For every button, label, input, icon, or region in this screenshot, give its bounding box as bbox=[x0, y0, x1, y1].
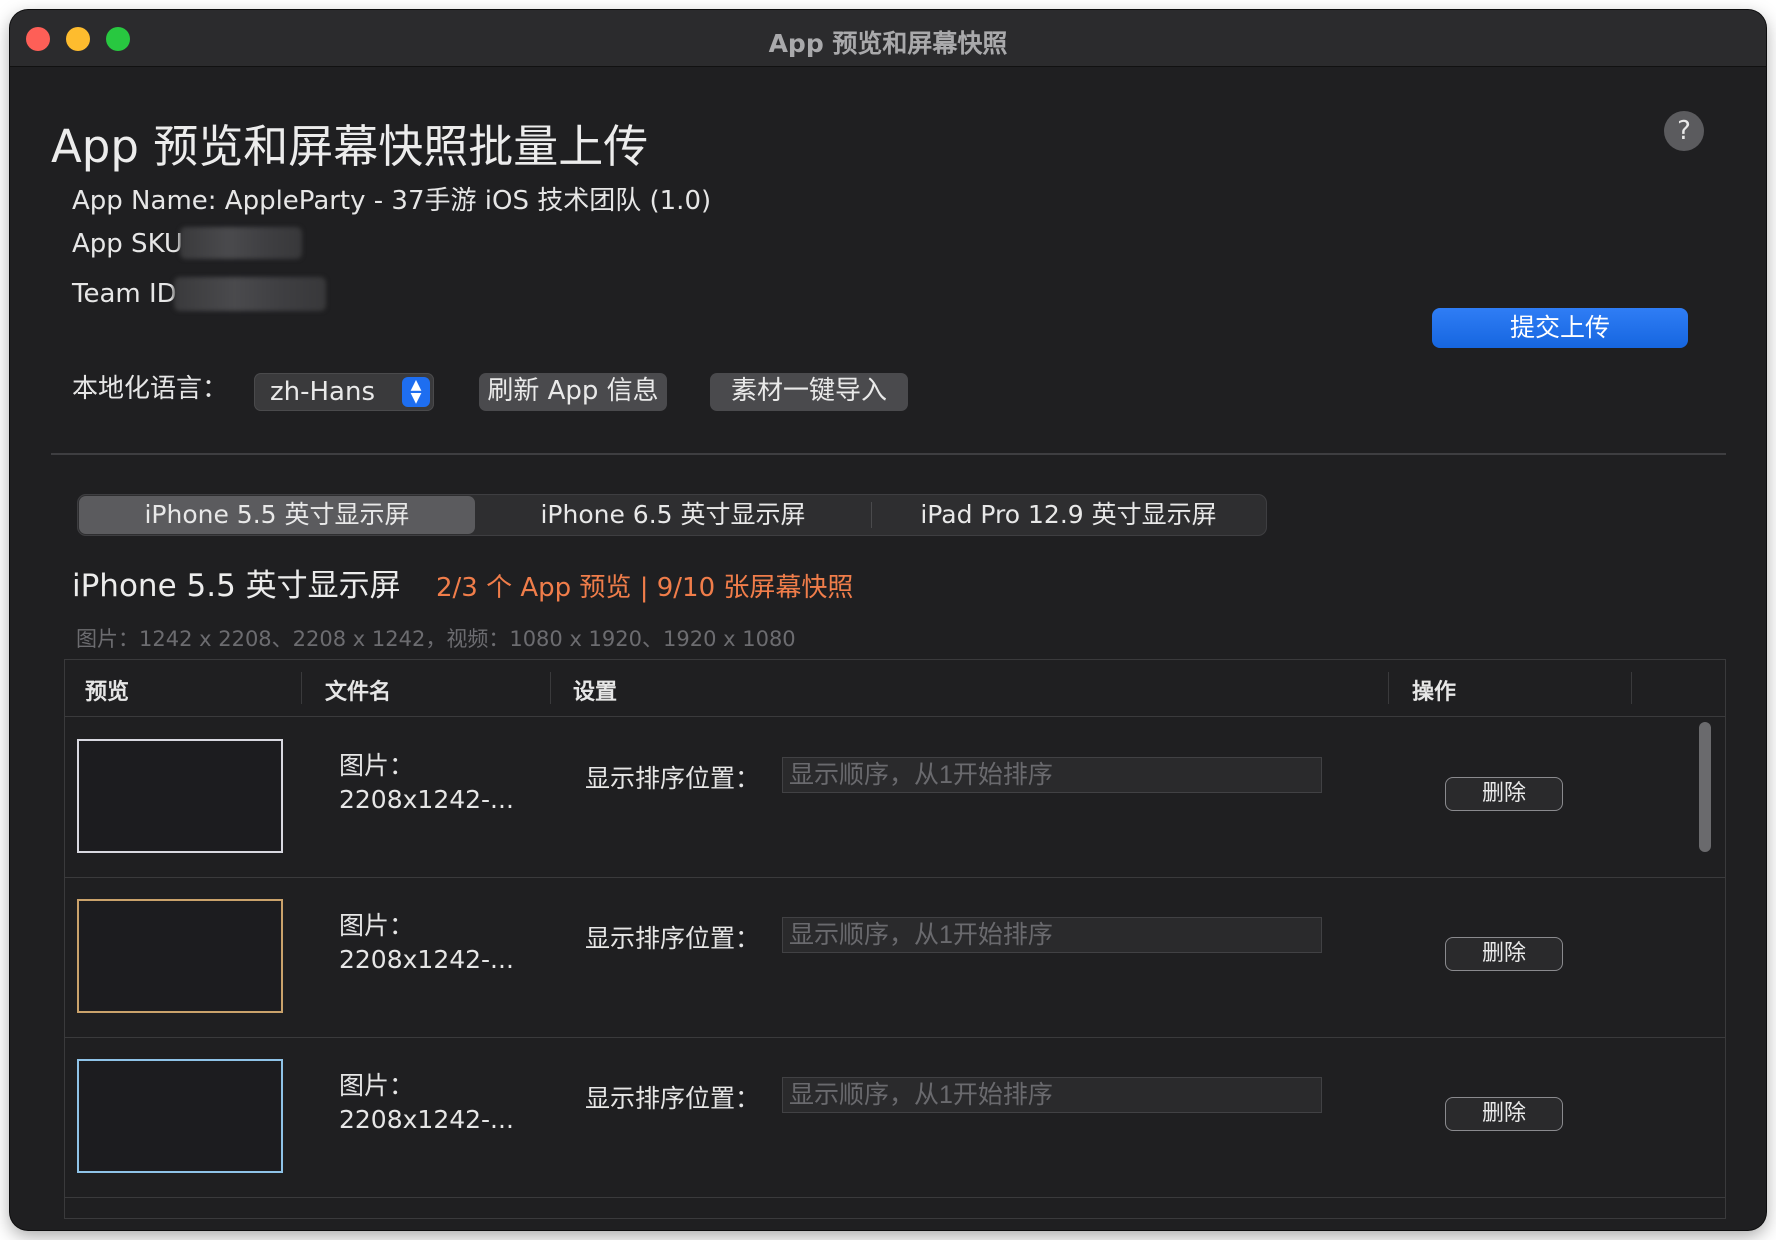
team-id-label: Team ID: bbox=[72, 279, 186, 309]
window-title: App 预览和屏幕快照 bbox=[768, 29, 1008, 58]
column-actions: 操作 bbox=[1412, 680, 1457, 705]
order-input[interactable] bbox=[782, 917, 1322, 953]
file-type-label: 图片： bbox=[339, 751, 415, 780]
order-input[interactable] bbox=[782, 757, 1322, 793]
language-select[interactable]: zh-Hans ▲ ▼ bbox=[254, 373, 434, 411]
chevron-up-down-icon: ▲ ▼ bbox=[402, 377, 430, 407]
table-scrollbar[interactable] bbox=[1699, 722, 1711, 852]
file-name-cell: 图片： 2208x1242-... bbox=[339, 909, 514, 977]
upload-count: 2/3 个 App 预览 | 9/10 张屏幕快照 bbox=[436, 573, 854, 603]
section-title: iPhone 5.5 英寸显示屏 bbox=[72, 568, 401, 604]
column-separator bbox=[1631, 672, 1632, 704]
help-button[interactable]: ? bbox=[1664, 111, 1704, 151]
order-label: 显示排序位置： bbox=[585, 764, 761, 793]
column-settings: 设置 bbox=[573, 680, 618, 705]
media-table: 预览 文件名 设置 操作 图片： 2208x1242-... 显示排序位置： 删… bbox=[64, 659, 1726, 1219]
delete-button[interactable]: 删除 bbox=[1445, 1097, 1563, 1131]
app-window: App 预览和屏幕快照 App 预览和屏幕快照批量上传 ? App Name: … bbox=[10, 10, 1766, 1230]
column-filename: 文件名 bbox=[325, 680, 392, 705]
title-bar: App 预览和屏幕快照 bbox=[10, 10, 1766, 67]
preview-thumbnail bbox=[77, 739, 283, 853]
file-name: 2208x1242-... bbox=[339, 785, 514, 814]
file-type-label: 图片： bbox=[339, 911, 415, 940]
column-separator bbox=[1388, 672, 1389, 704]
tab-iphone-55[interactable]: iPhone 5.5 英寸显示屏 bbox=[79, 496, 475, 534]
app-name-line: App Name: AppleParty - 37手游 iOS 技术团队 (1.… bbox=[72, 186, 712, 216]
order-input[interactable] bbox=[782, 1077, 1322, 1113]
team-id-redacted bbox=[174, 277, 326, 311]
submit-upload-button[interactable]: 提交上传 bbox=[1432, 308, 1688, 348]
section-divider bbox=[51, 453, 1726, 455]
import-materials-button[interactable]: 素材一键导入 bbox=[710, 373, 908, 411]
tab-iphone-65[interactable]: iPhone 6.5 英寸显示屏 bbox=[475, 496, 871, 534]
page-title: App 预览和屏幕快照批量上传 bbox=[51, 120, 649, 173]
device-tabs: iPhone 5.5 英寸显示屏 iPhone 6.5 英寸显示屏 iPad P… bbox=[77, 494, 1267, 536]
refresh-app-info-button[interactable]: 刷新 App 信息 bbox=[479, 373, 667, 411]
file-name: 2208x1242-... bbox=[339, 1105, 514, 1134]
order-label: 显示排序位置： bbox=[585, 924, 761, 953]
size-spec: 图片：1242 x 2208、2208 x 1242，视频：1080 x 192… bbox=[76, 627, 796, 651]
file-name-cell: 图片： 2208x1242-... bbox=[339, 749, 514, 817]
delete-button[interactable]: 删除 bbox=[1445, 777, 1563, 811]
file-name: 2208x1242-... bbox=[339, 945, 514, 974]
delete-button[interactable]: 删除 bbox=[1445, 937, 1563, 971]
preview-thumbnail bbox=[77, 1059, 283, 1173]
preview-thumbnail bbox=[77, 899, 283, 1013]
tab-ipad-pro-129[interactable]: iPad Pro 12.9 英寸显示屏 bbox=[872, 496, 1265, 534]
file-type-label: 图片： bbox=[339, 1071, 415, 1100]
table-row: 图片： 2208x1242-... 显示排序位置： 删除 bbox=[65, 877, 1725, 1038]
language-select-value: zh-Hans bbox=[270, 377, 376, 407]
order-label: 显示排序位置： bbox=[585, 1084, 761, 1113]
file-name-cell: 图片： 2208x1242-... bbox=[339, 1069, 514, 1137]
table-row: 图片： 2208x1242-... 显示排序位置： 删除 bbox=[65, 1037, 1725, 1198]
language-label: 本地化语言： bbox=[72, 374, 229, 404]
column-preview: 预览 bbox=[85, 680, 130, 705]
main-content: App 预览和屏幕快照批量上传 ? App Name: AppleParty -… bbox=[10, 67, 1766, 1230]
app-sku-label: App SKU: bbox=[72, 229, 192, 259]
app-sku-redacted bbox=[180, 227, 302, 259]
table-row: 图片： 2208x1242-... 显示排序位置： 删除 bbox=[65, 717, 1725, 878]
column-separator bbox=[301, 672, 302, 704]
table-header: 预览 文件名 设置 操作 bbox=[65, 660, 1725, 717]
column-separator bbox=[550, 672, 551, 704]
